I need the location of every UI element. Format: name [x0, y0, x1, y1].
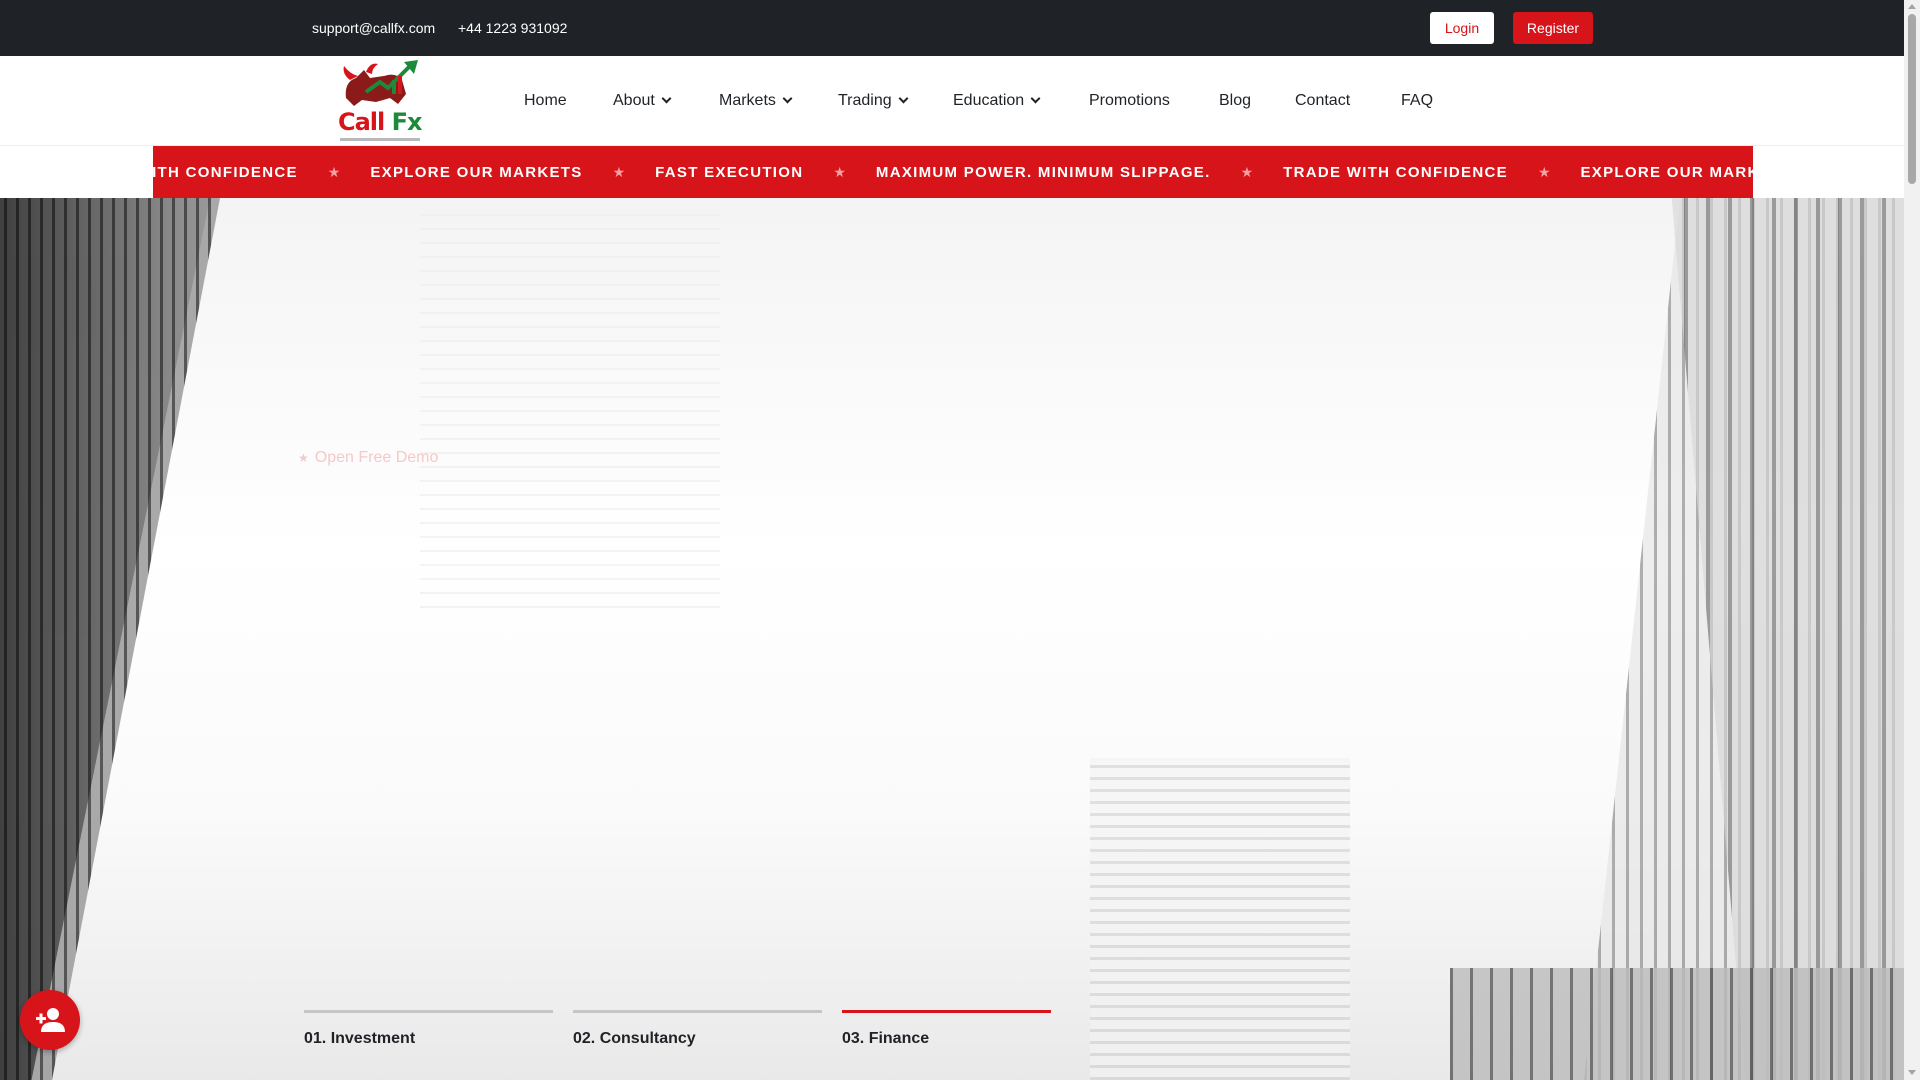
tab-consultancy[interactable]: 02. Consultancy: [573, 1010, 822, 1048]
nav-faq-label: FAQ: [1401, 92, 1434, 109]
ticker-track: TRADE WITH CONFIDENCE ★ EXPLORE OUR MARK…: [153, 146, 1753, 198]
add-user-button[interactable]: [20, 990, 80, 1050]
tab-finance[interactable]: 03. Finance: [842, 1010, 1051, 1048]
star-icon: ★: [833, 163, 846, 180]
background-building: [1090, 758, 1350, 1080]
ticker-item: EXPLORE OUR MARKETS: [370, 163, 583, 181]
background-building: [1450, 968, 1904, 1080]
nav-markets[interactable]: Markets: [719, 56, 793, 146]
nav-blog-label: Blog: [1219, 92, 1252, 109]
register-button[interactable]: Register: [1513, 12, 1593, 44]
scroll-down-arrow-icon[interactable]: [1908, 1070, 1916, 1075]
tab-investment[interactable]: 01. Investment: [304, 1010, 553, 1048]
nav-about[interactable]: About: [613, 56, 672, 146]
support-phone[interactable]: +44 1223 931092: [458, 0, 567, 56]
open-demo-link[interactable]: ★ Open Free Demo: [298, 449, 438, 467]
tab-indicator: [842, 1010, 1051, 1013]
tab-investment-label: 01. Investment: [304, 1030, 416, 1047]
star-icon: ★: [298, 451, 309, 465]
site-logo[interactable]: Call Fx: [336, 58, 424, 144]
login-button[interactable]: Login: [1430, 12, 1494, 44]
main-navbar: Call Fx Home About Markets Trading Educa…: [0, 56, 1904, 146]
nav-trading-label: Trading: [838, 92, 892, 109]
background-building: [0, 198, 210, 1080]
star-icon: ★: [1537, 163, 1551, 180]
ticker-item: TRADE WITH CONFIDENCE: [1283, 163, 1508, 181]
nav-contact-label: Contact: [1295, 92, 1351, 109]
ticker-item: FAST EXECUTION: [655, 163, 804, 181]
open-demo-label: Open Free Demo: [314, 449, 439, 466]
nav-education[interactable]: Education: [953, 56, 1041, 146]
nav-faq[interactable]: FAQ: [1401, 56, 1433, 146]
logo-tagline: [340, 138, 420, 141]
ticker-item: TRADE WITH CONFIDENCE: [153, 163, 298, 181]
scrollbar-thumb[interactable]: [1908, 14, 1916, 184]
top-bar: support@callfx.com +44 1223 931092 Login…: [0, 0, 1904, 56]
nav-about-label: About: [613, 92, 655, 109]
chevron-down-icon: [661, 93, 672, 104]
nav-home-label: Home: [524, 92, 567, 109]
nav-contact[interactable]: Contact: [1295, 56, 1350, 146]
logo-brand-text: Call Fx: [338, 108, 422, 136]
ticker-item: MAXIMUM POWER. MINIMUM SLIPPAGE.: [875, 163, 1211, 181]
star-icon: ★: [1240, 163, 1254, 180]
hero-section: ★ Open Free Demo 01. Investment 02. Consu…: [0, 198, 1904, 1080]
marquee-ticker: TRADE WITH CONFIDENCE ★ EXPLORE OUR MARK…: [153, 146, 1753, 198]
nav-promotions[interactable]: Promotions: [1089, 56, 1170, 146]
nav-promotions-label: Promotions: [1089, 92, 1170, 109]
logo-brand-fx: Fx: [391, 108, 423, 136]
chevron-down-icon: [898, 93, 909, 104]
star-icon: ★: [612, 163, 626, 180]
ticker-item: EXPLORE OUR MARKETS: [1580, 163, 1754, 181]
background-building: [420, 208, 720, 608]
page-scrollbar[interactable]: [1904, 0, 1920, 1080]
nav-trading[interactable]: Trading: [838, 56, 909, 146]
support-email[interactable]: support@callfx.com: [312, 0, 435, 56]
star-icon: ★: [327, 163, 341, 180]
tab-finance-label: 03. Finance: [842, 1030, 930, 1047]
tab-indicator: [573, 1010, 822, 1013]
bull-logo-icon: [343, 60, 418, 106]
tab-indicator: [304, 1010, 553, 1013]
logo-brand-call: Call: [338, 108, 392, 136]
add-user-icon: [36, 1008, 65, 1032]
nav-home[interactable]: Home: [524, 56, 567, 146]
tab-consultancy-label: 02. Consultancy: [573, 1030, 696, 1047]
scroll-up-arrow-icon[interactable]: [1908, 4, 1916, 9]
nav-markets-label: Markets: [719, 92, 776, 109]
ticker-section: TRADE WITH CONFIDENCE ★ EXPLORE OUR MARK…: [0, 146, 1904, 198]
chevron-down-icon: [1030, 93, 1041, 104]
chevron-down-icon: [782, 93, 793, 104]
nav-blog[interactable]: Blog: [1219, 56, 1251, 146]
nav-education-label: Education: [953, 92, 1025, 109]
